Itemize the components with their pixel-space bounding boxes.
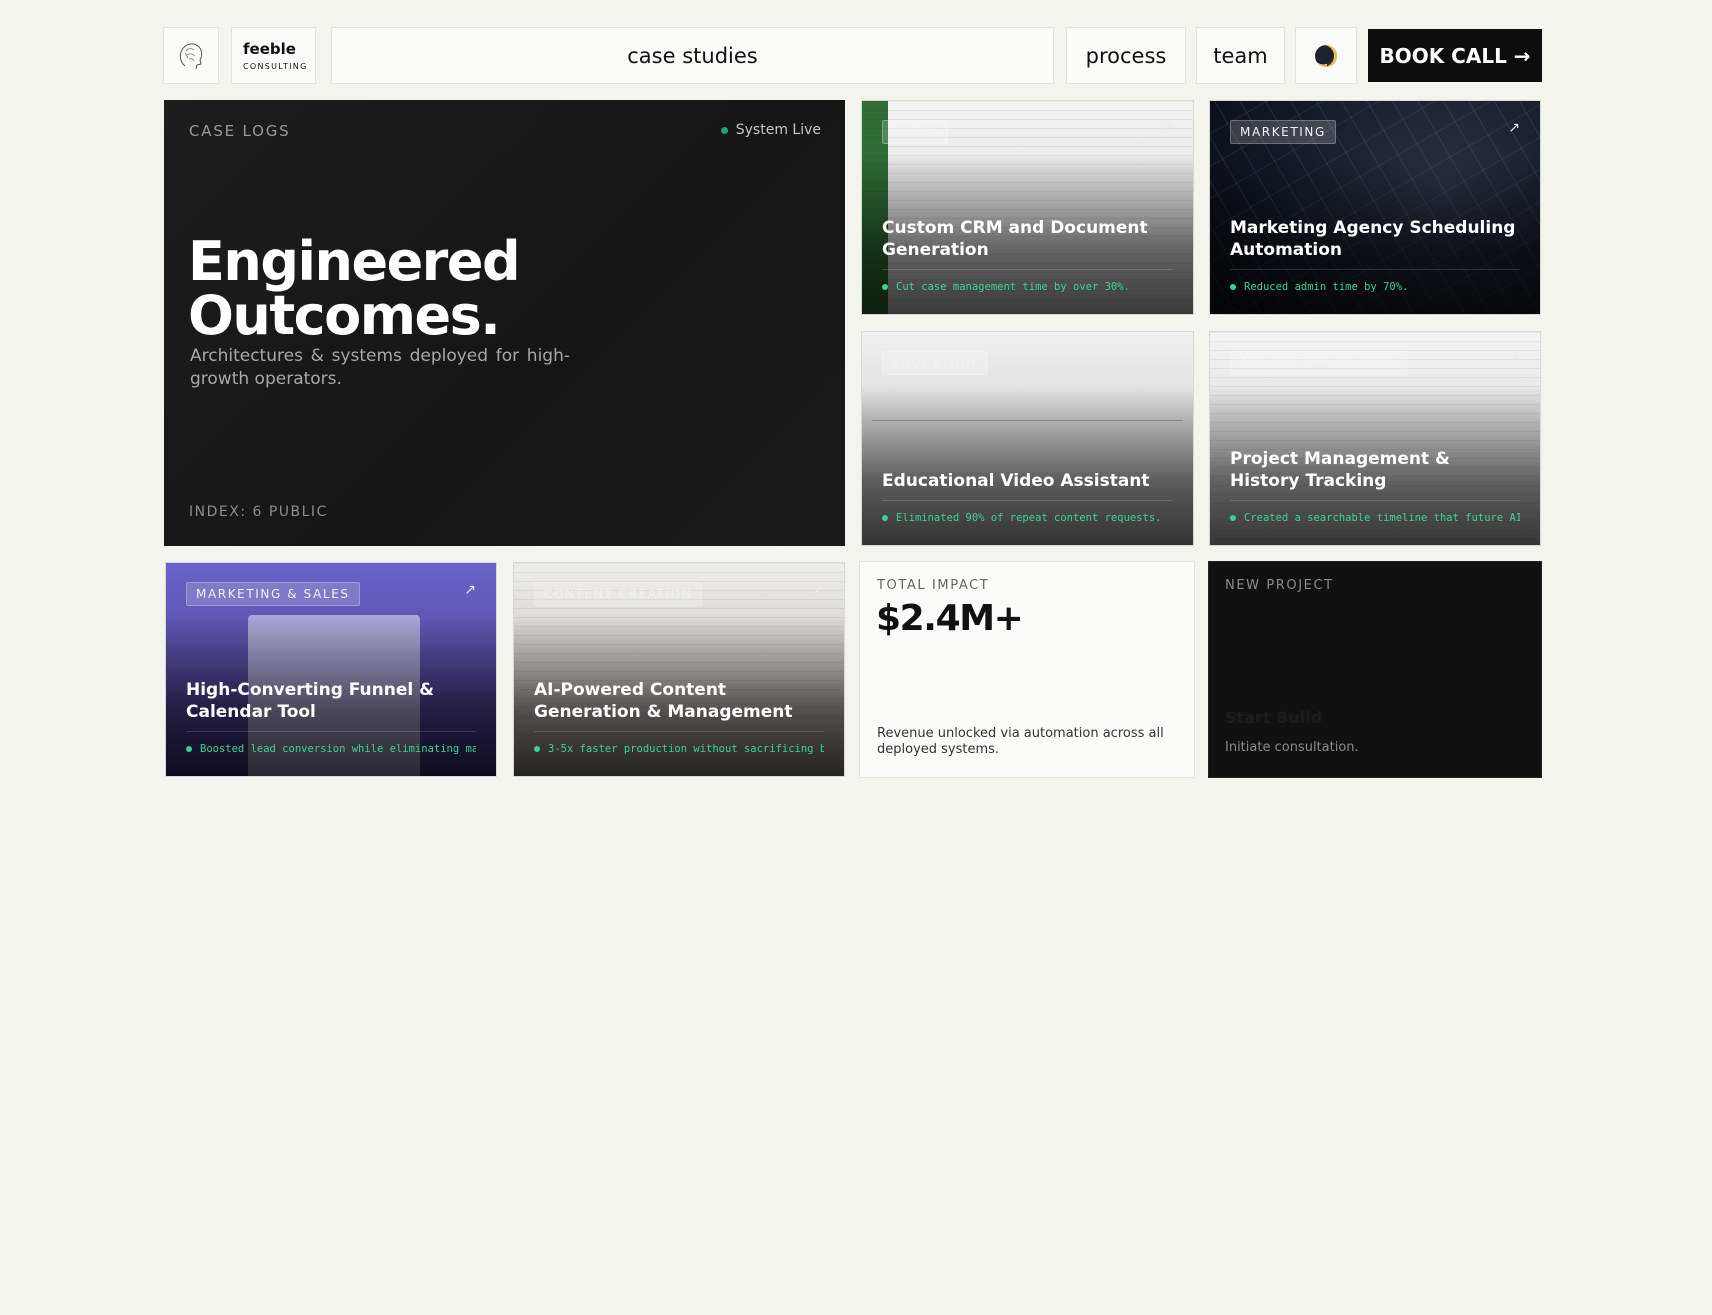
nav-case-studies[interactable]: case studies xyxy=(331,27,1054,84)
hero-index: INDEX: 6 PUBLIC xyxy=(189,504,328,520)
arrow-up-right-icon: ↗ xyxy=(464,582,476,598)
status-dot-icon xyxy=(720,126,728,134)
arrow-up-right-icon: ↗ xyxy=(1161,351,1173,367)
case-card-legal[interactable]: LEGAL ↗ Custom CRM and Document Generati… xyxy=(861,100,1194,315)
case-title: Educational Video Assistant xyxy=(882,471,1150,491)
book-call-button[interactable]: BOOK CALL → xyxy=(1368,29,1542,82)
logo[interactable] xyxy=(163,27,219,84)
hero-label: CASE LOGS xyxy=(189,122,291,140)
hero-subtitle: Architectures & systems deployed for hig… xyxy=(190,346,570,389)
case-title: High-Converting Funnel & Calendar Tool xyxy=(186,680,434,722)
hero-title-line1: Engineered xyxy=(188,230,521,293)
nav-team[interactable]: team xyxy=(1196,27,1285,84)
hero-panel: CASE LOGS System Live Engineered Outcome… xyxy=(164,100,845,546)
total-impact-card: TOTAL IMPACT $2.4M+ Revenue unlocked via… xyxy=(859,561,1195,778)
arrow-up-right-icon: ↗ xyxy=(1508,120,1520,136)
case-card-education[interactable]: EDUCATION ↗ Educational Video Assistant … xyxy=(861,331,1194,546)
result-dot-icon xyxy=(882,284,888,290)
hero-title-line2: Outcomes. xyxy=(188,284,501,347)
result-dot-icon xyxy=(534,746,540,752)
new-project-label: NEW PROJECT xyxy=(1225,578,1334,593)
new-project-description: Initiate consultation. xyxy=(1225,740,1359,755)
hero-title: Engineered Outcomes. xyxy=(188,230,521,347)
brand[interactable]: feeble CONSULTING xyxy=(231,27,316,84)
result-dot-icon xyxy=(1230,284,1236,290)
case-tag: MARKETING xyxy=(1230,120,1336,144)
arrow-up-right-icon: ↗ xyxy=(1161,120,1173,136)
case-card-marketing-sales[interactable]: MARKETING & SALES ↗ High-Converting Funn… xyxy=(165,562,497,777)
case-result: 3-5x faster production without sacrifici… xyxy=(534,743,824,755)
new-project-title: Start Build xyxy=(1225,708,1323,727)
head-logo-icon xyxy=(179,42,203,69)
arrow-up-right-icon: ↗ xyxy=(812,582,824,598)
brand-name: feeble xyxy=(243,40,296,58)
case-card-content-creation[interactable]: CONTENT CREATION ↗ AI-Powered Content Ge… xyxy=(513,562,845,777)
stat-value: $2.4M+ xyxy=(876,598,1024,639)
case-tag: MARKETING & SALES xyxy=(186,582,360,606)
case-title: AI-Powered Content Generation & Manageme… xyxy=(534,680,793,722)
top-nav: feeble CONSULTING case studies process t… xyxy=(163,27,1542,84)
new-project-card[interactable]: NEW PROJECT Start Build Initiate consult… xyxy=(1208,561,1542,778)
stat-label: TOTAL IMPACT xyxy=(877,578,990,593)
result-dot-icon xyxy=(186,746,192,752)
case-tag: EDUCATION xyxy=(882,351,987,375)
theme-toggle-button[interactable] xyxy=(1295,27,1357,84)
system-status: System Live xyxy=(720,122,821,138)
status-text: System Live xyxy=(735,122,821,138)
case-tag: LEGAL xyxy=(882,120,949,144)
result-dot-icon xyxy=(1230,515,1236,521)
brand-subtitle: CONSULTING xyxy=(243,62,308,71)
case-title: Project Management & History Tracking xyxy=(1230,449,1450,491)
case-card-marketing[interactable]: MARKETING ↗ Marketing Agency Scheduling … xyxy=(1209,100,1541,315)
case-result: Cut case management time by over 30%. xyxy=(882,281,1173,293)
case-title: Marketing Agency Scheduling Automation xyxy=(1230,218,1516,260)
nav-process[interactable]: process xyxy=(1066,27,1186,84)
case-card-agency-operations[interactable]: AGENCY OPERATIONS ↗ Project Management &… xyxy=(1209,331,1541,546)
case-result: Reduced admin time by 70%. xyxy=(1230,281,1520,293)
case-result: Created a searchable timeline that futur… xyxy=(1230,512,1520,524)
result-dot-icon xyxy=(882,515,888,521)
stat-description: Revenue unlocked via automation across a… xyxy=(877,726,1164,757)
arrow-up-right-icon: ↗ xyxy=(1508,351,1520,367)
case-result: Eliminated 90% of repeat content request… xyxy=(882,512,1173,524)
case-title: Custom CRM and Document Generation xyxy=(882,218,1148,260)
case-tag: AGENCY OPERATIONS xyxy=(1230,351,1407,375)
case-result: Boosted lead conversion while eliminatin… xyxy=(186,743,476,755)
moon-icon xyxy=(1315,44,1337,67)
case-tag: CONTENT CREATION xyxy=(534,582,703,606)
